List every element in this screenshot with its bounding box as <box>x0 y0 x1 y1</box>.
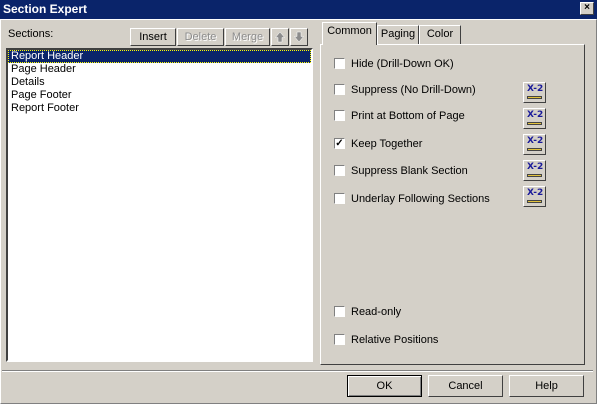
list-item-details[interactable]: Details <box>8 76 311 89</box>
keep-together-checkbox[interactable]: ✓ <box>334 138 345 149</box>
option-label: Hide (Drill-Down OK) <box>351 58 454 70</box>
list-item-page-footer[interactable]: Page Footer <box>8 89 311 102</box>
option-label: Suppress Blank Section <box>351 165 468 177</box>
suppress-checkbox[interactable] <box>334 84 345 95</box>
formula-button-suppress-blank[interactable]: X-2 <box>523 160 546 181</box>
sections-list[interactable]: Report Header Page Header Details Page F… <box>6 48 313 362</box>
option-label: Underlay Following Sections <box>351 193 490 205</box>
formula-button-keep-together[interactable]: X-2 <box>523 134 546 155</box>
tab-common[interactable]: Common <box>322 22 377 45</box>
merge-button[interactable]: Merge <box>225 28 270 46</box>
option-label: Read-only <box>351 306 402 318</box>
cancel-button[interactable]: Cancel <box>428 375 503 397</box>
formula-button-underlay[interactable]: X-2 <box>523 186 546 207</box>
arrow-down-icon <box>293 31 305 43</box>
list-item-report-header[interactable]: Report Header <box>8 50 311 63</box>
close-button[interactable]: × <box>580 2 594 15</box>
list-item-report-footer[interactable]: Report Footer <box>8 102 311 115</box>
tab-color[interactable]: Color <box>419 25 461 44</box>
formula-editor-icon: X-2 <box>527 110 544 120</box>
formula-button-suppress[interactable]: X-2 <box>523 82 546 103</box>
formula-editor-icon: X-2 <box>527 162 544 172</box>
option-label: Print at Bottom of Page <box>351 110 465 122</box>
pencil-icon <box>527 122 542 125</box>
pencil-icon <box>527 148 542 151</box>
option-label: Suppress (No Drill-Down) <box>351 84 476 96</box>
suppress-blank-checkbox[interactable] <box>334 165 345 176</box>
window-title: Section Expert <box>3 2 88 16</box>
close-icon: × <box>584 2 590 13</box>
hide-checkbox[interactable] <box>334 58 345 69</box>
print-at-bottom-checkbox[interactable] <box>334 110 345 121</box>
formula-editor-icon: X-2 <box>527 188 544 198</box>
title-bar: Section Expert × <box>0 0 597 19</box>
ok-button[interactable]: OK <box>347 375 422 397</box>
arrow-up-icon <box>274 31 286 43</box>
pencil-icon <box>527 174 542 177</box>
delete-button[interactable]: Delete <box>177 28 224 46</box>
underlay-checkbox[interactable] <box>334 193 345 204</box>
read-only-checkbox[interactable] <box>334 306 345 317</box>
formula-button-print-at-bottom[interactable]: X-2 <box>523 108 546 129</box>
tab-paging[interactable]: Paging <box>377 25 419 44</box>
separator <box>2 370 593 372</box>
pencil-icon <box>527 200 542 203</box>
list-item-page-header[interactable]: Page Header <box>8 63 311 76</box>
sections-label: Sections: <box>8 28 54 40</box>
move-down-button[interactable] <box>290 28 308 46</box>
help-button[interactable]: Help <box>509 375 584 397</box>
option-label: Keep Together <box>351 138 423 150</box>
insert-button[interactable]: Insert <box>130 28 176 46</box>
formula-editor-icon: X-2 <box>527 136 544 146</box>
option-label: Relative Positions <box>351 334 439 346</box>
move-up-button[interactable] <box>271 28 289 46</box>
formula-editor-icon: X-2 <box>527 84 544 94</box>
pencil-icon <box>527 96 542 99</box>
relative-positions-checkbox[interactable] <box>334 334 345 345</box>
